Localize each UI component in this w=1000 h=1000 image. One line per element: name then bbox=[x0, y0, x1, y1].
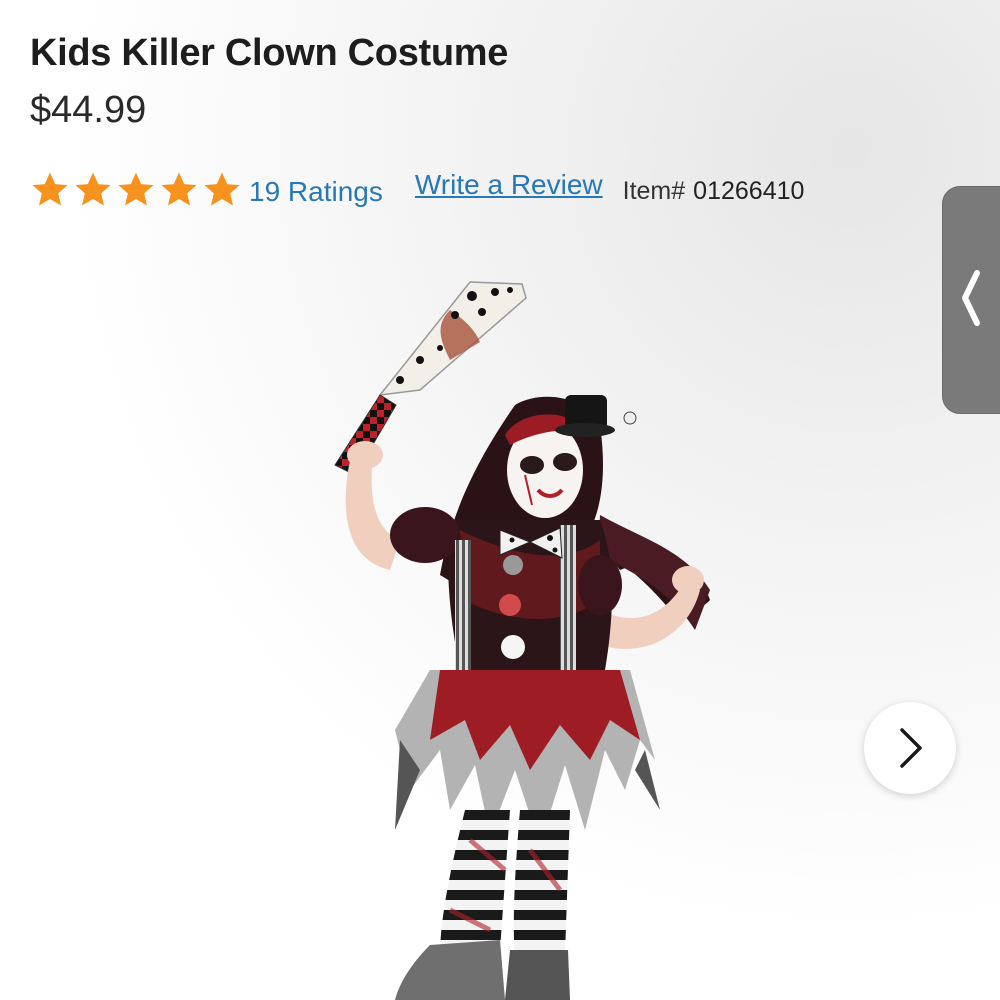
star-rating[interactable] bbox=[30, 170, 245, 210]
item-number-label: Item# bbox=[622, 176, 686, 205]
ratings-count-link[interactable]: 19 Ratings bbox=[249, 176, 383, 208]
star-icon bbox=[32, 172, 68, 206]
side-panel-tab[interactable] bbox=[942, 186, 1000, 414]
write-review-link[interactable]: Write a Review bbox=[415, 169, 603, 201]
star-icon bbox=[118, 172, 154, 206]
item-number-value: 01266410 bbox=[693, 176, 805, 205]
product-image[interactable] bbox=[300, 270, 740, 1000]
product-header: Kids Killer Clown Costume $44.99 bbox=[30, 30, 508, 132]
rating-row: 19 Ratings Write a Review Item# 01266410 bbox=[30, 169, 805, 210]
product-price: $44.99 bbox=[30, 89, 147, 131]
product-title: Kids Killer Clown Costume bbox=[30, 32, 509, 74]
star-icon bbox=[204, 172, 240, 206]
chevron-right-icon bbox=[900, 728, 922, 768]
star-icon bbox=[75, 172, 111, 206]
next-image-button[interactable] bbox=[864, 702, 956, 794]
star-icon bbox=[161, 172, 197, 206]
chevron-left-icon bbox=[962, 270, 980, 326]
